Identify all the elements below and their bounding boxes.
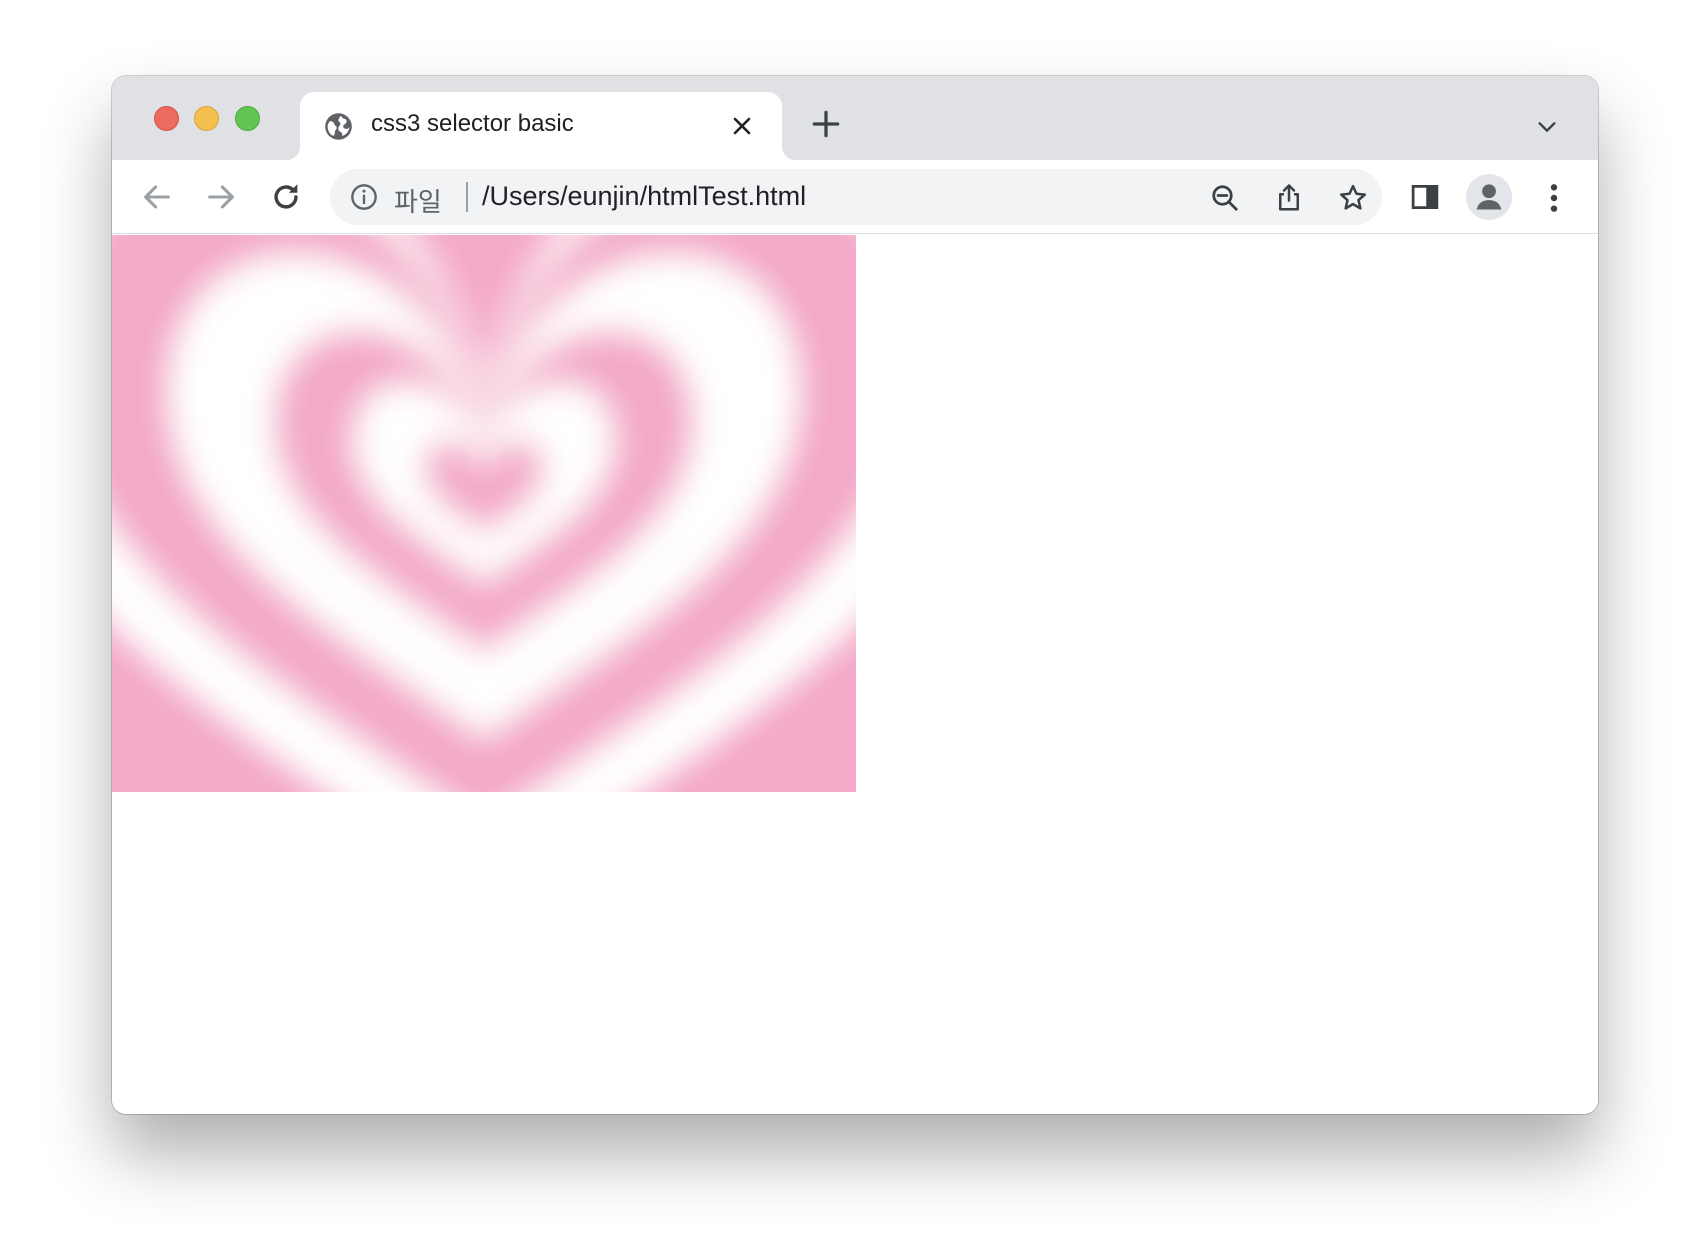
address-bar[interactable]: 파일 /Users/eunjin/htmlTest.html — [330, 169, 1382, 225]
page-content — [112, 235, 1598, 1114]
info-icon[interactable] — [350, 183, 378, 211]
globe-icon — [325, 113, 352, 140]
url-text[interactable]: /Users/eunjin/htmlTest.html — [482, 181, 806, 212]
close-icon[interactable] — [730, 114, 754, 138]
tab-strip: css3 selector basic — [112, 76, 1598, 160]
more-vert-icon[interactable] — [1548, 182, 1560, 214]
arrow-right-icon[interactable] — [204, 180, 238, 214]
side-panel-icon[interactable] — [1410, 182, 1440, 212]
tab-active[interactable]: css3 selector basic — [286, 92, 796, 160]
toolbar: 파일 /Users/eunjin/htmlTest.html — [112, 160, 1598, 234]
window-maximize-button[interactable] — [235, 106, 260, 131]
window-close-button[interactable] — [154, 106, 179, 131]
scheme-label: 파일 — [394, 187, 442, 217]
window-minimize-button[interactable] — [194, 106, 219, 131]
profile-button[interactable] — [1466, 174, 1512, 220]
person-icon — [1476, 184, 1502, 210]
omnibox-divider — [466, 182, 468, 212]
browser-window: css3 selector basic 파일 /Users/eunjin/htm… — [112, 76, 1598, 1114]
zoom-out-icon[interactable] — [1210, 183, 1240, 213]
heart-image — [112, 235, 856, 792]
share-icon[interactable] — [1274, 183, 1304, 213]
tab-title: css3 selector basic — [371, 110, 574, 137]
arrow-left-icon[interactable] — [140, 180, 174, 214]
chevron-down-icon[interactable] — [1536, 116, 1558, 138]
plus-icon[interactable] — [812, 110, 840, 138]
reload-icon[interactable] — [269, 180, 303, 214]
star-icon[interactable] — [1338, 183, 1368, 213]
